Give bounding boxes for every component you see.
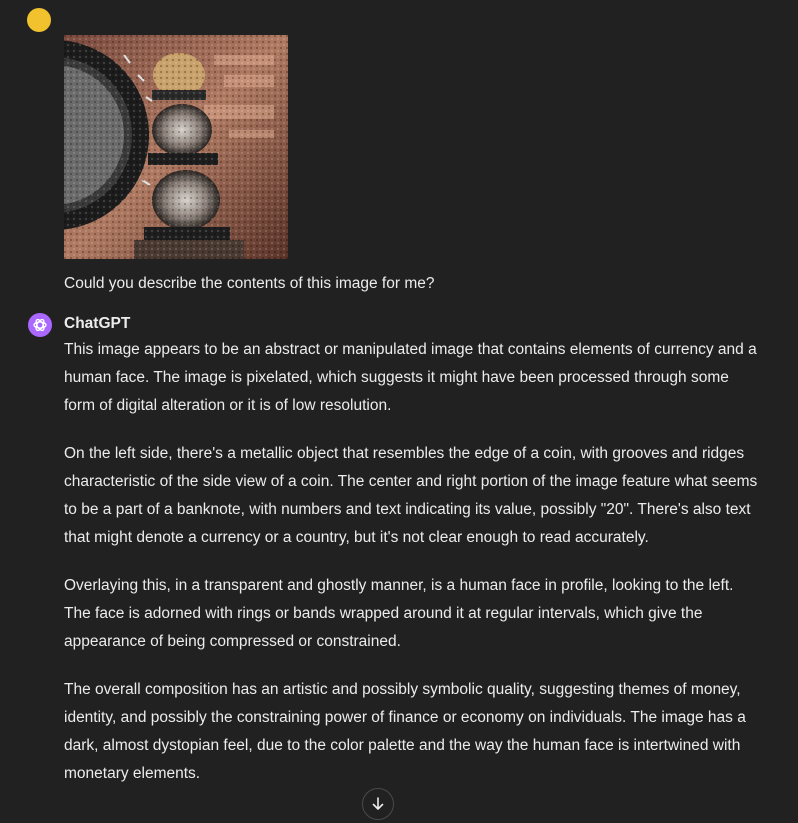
- assistant-paragraph: On the left side, there's a metallic obj…: [64, 445, 758, 546]
- assistant-message-body: This image appears to be an abstract or …: [64, 336, 764, 808]
- scroll-to-bottom-button[interactable]: [362, 788, 394, 820]
- uploaded-image-graphic: [64, 35, 288, 259]
- assistant-name: ChatGPT: [64, 315, 131, 332]
- assistant-paragraph: Overlaying this, in a transparent and gh…: [64, 577, 734, 650]
- arrow-down-icon: [372, 797, 384, 810]
- user-message-text: Could you describe the contents of this …: [64, 275, 435, 292]
- assistant-paragraph: This image appears to be an abstract or …: [64, 341, 757, 414]
- assistant-paragraph: The overall composition has an artistic …: [64, 681, 746, 782]
- user-avatar: [27, 8, 51, 32]
- assistant-avatar: [28, 313, 52, 337]
- openai-logo-icon: [33, 318, 47, 332]
- uploaded-image[interactable]: [64, 35, 288, 259]
